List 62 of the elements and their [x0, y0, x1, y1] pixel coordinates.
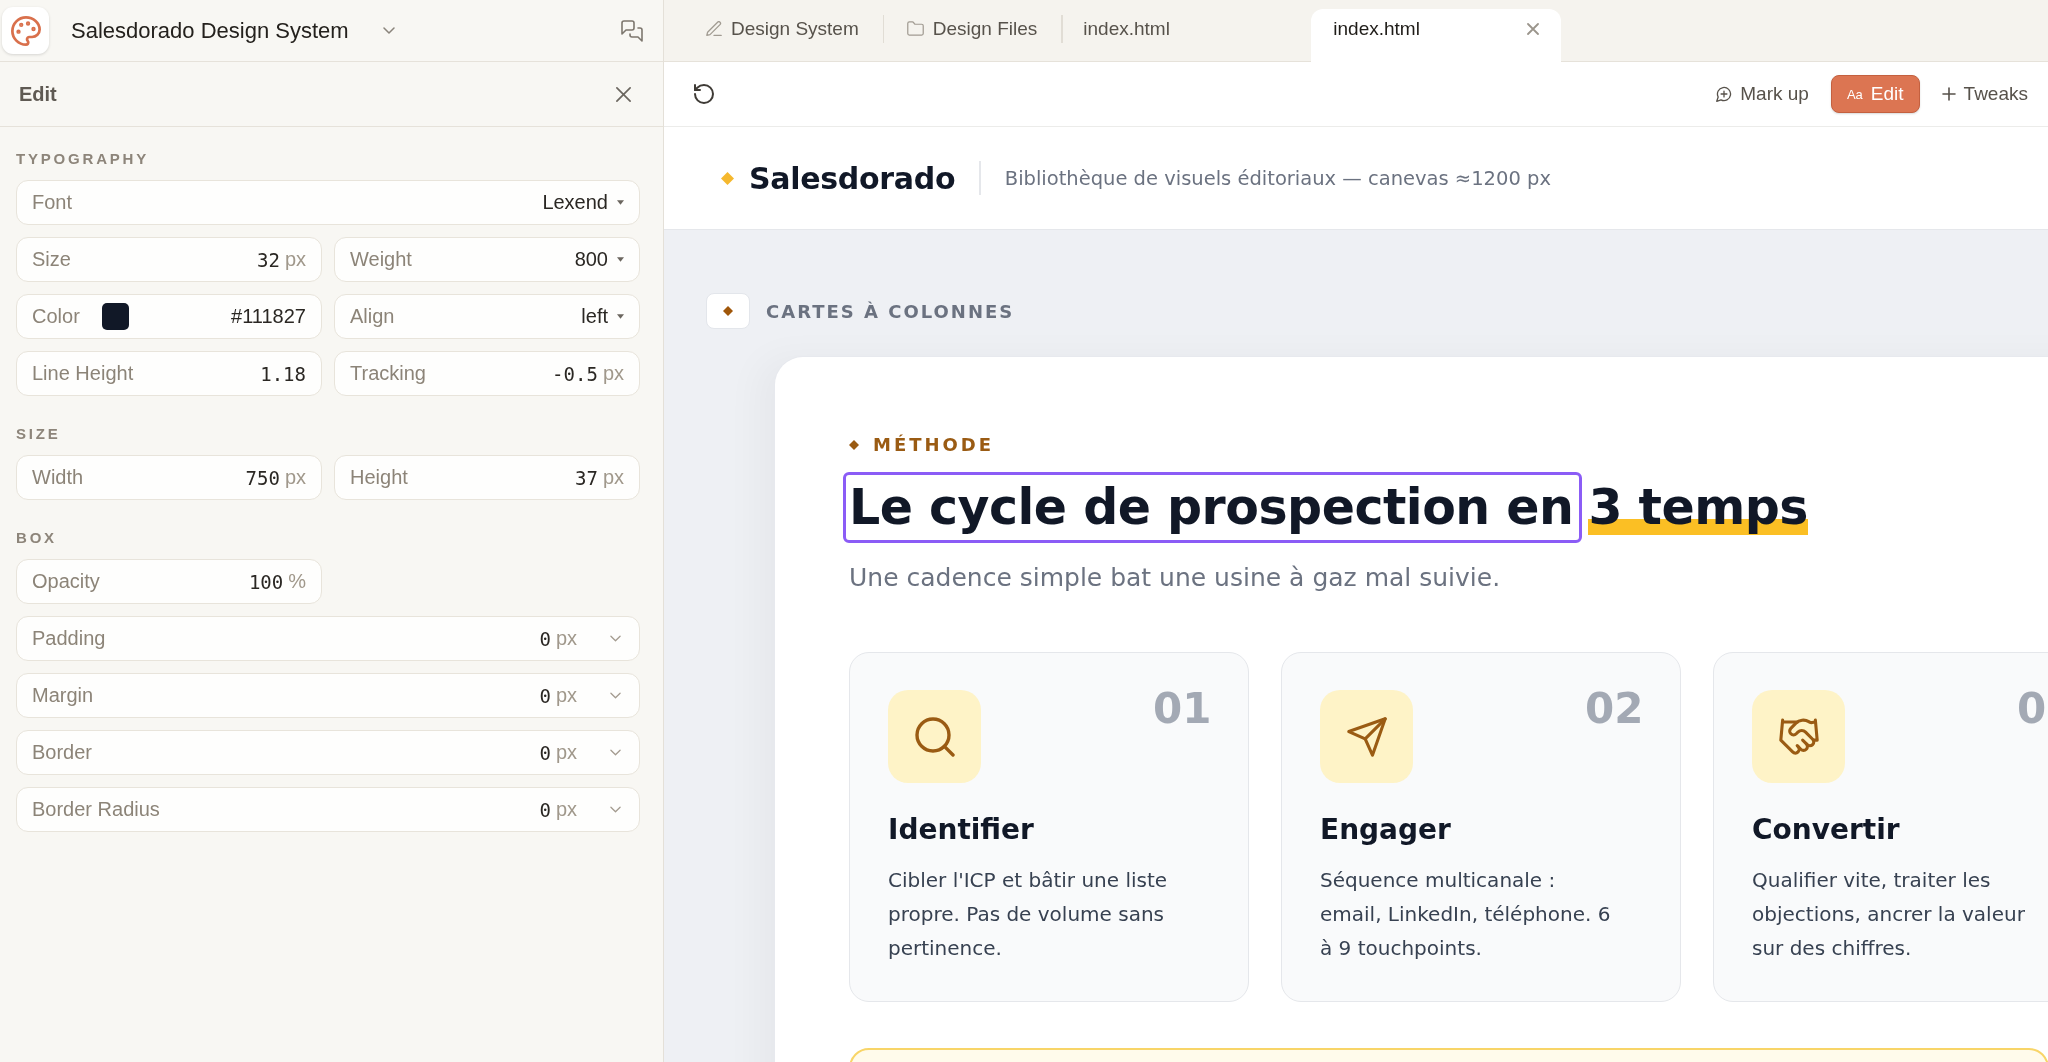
step-title: Engager: [1320, 812, 1452, 848]
color-field[interactable]: Color #111827: [16, 294, 322, 339]
spacing-field[interactable]: Border Radius 0 px: [16, 787, 640, 832]
number-field[interactable]: Height 37 px: [334, 455, 640, 500]
dropdown-field[interactable]: Weight 800: [334, 237, 640, 282]
step-title: Convertir: [1752, 812, 1901, 848]
project-title[interactable]: Salesdorado Design System: [71, 17, 349, 44]
close-icon[interactable]: [615, 85, 632, 103]
brand-name: Salesdorado: [749, 160, 956, 196]
chat-bubbles-icon[interactable]: [621, 19, 643, 42]
tab[interactable]: index.html: [1061, 9, 1312, 61]
spacing-field[interactable]: Padding 0 px: [16, 616, 640, 661]
step-title: Identifier: [888, 812, 1035, 848]
chevron-down-icon: [610, 749, 621, 756]
step-number: 01: [1153, 688, 1212, 730]
caret-icon: [617, 257, 624, 262]
chevron-down-icon: [610, 635, 621, 642]
pen-icon: [706, 21, 722, 37]
diamond-icon: [721, 171, 734, 185]
diamond-icon: [849, 440, 859, 450]
eyebrow-label: MÉTHODE: [873, 433, 995, 457]
heading-text: Le cycle de prospection en: [843, 472, 1583, 543]
color-swatch-icon[interactable]: [101, 303, 129, 330]
number-field[interactable]: Opacity 100 %: [16, 559, 322, 604]
step-description: Cibler l'ICP et bâtir une liste propre. Pas de volume sans pertinence.: [888, 867, 1169, 962]
section-heading: TYPOGRAPHY: [16, 149, 150, 169]
mark-up-button[interactable]: Mark up: [1704, 75, 1821, 113]
panel-title: Edit: [19, 82, 57, 106]
spacing-field[interactable]: Margin 0 px: [16, 673, 640, 718]
reload-icon[interactable]: [694, 84, 714, 104]
folder-icon: [906, 21, 924, 36]
search-icon: [888, 690, 981, 783]
plus-icon: [1941, 87, 1956, 101]
chevron-down-icon: [610, 692, 621, 699]
handshake-icon: [1752, 690, 1845, 783]
number-field[interactable]: Width 750 px: [16, 455, 322, 500]
number-field[interactable]: Tracking -0.5 px: [334, 351, 640, 396]
tab[interactable]: index.html: [1311, 9, 1562, 63]
caret-icon: [617, 314, 624, 319]
number-field[interactable]: Size 32 px: [16, 237, 322, 282]
dropdown-field[interactable]: Font Lexend: [16, 180, 640, 225]
comment-plus-icon: [1716, 86, 1733, 102]
paper-plane-icon: [1320, 690, 1413, 783]
tab[interactable]: Design System: [682, 9, 883, 61]
step-number: 02: [1585, 688, 1644, 730]
page-tagline: Bibliothèque de visuels éditoriaux — canevas ≈1200 px: [1004, 166, 1551, 190]
step-number: 0: [2017, 688, 2047, 730]
dropdown-field[interactable]: Align left: [334, 294, 640, 339]
step-description: Séquence multicanale : email, LinkedIn, téléphone. 6 à 9 touchpoints.: [1320, 867, 1612, 962]
tab[interactable]: Design Files: [882, 9, 1062, 61]
section-label: CARTES À COLONNES: [766, 300, 1015, 322]
section-heading: BOX: [16, 528, 58, 548]
close-icon[interactable]: [1527, 23, 1540, 35]
step-description: Qualifier vite, traiter les objections, ancrer la valeur sur des chiffres.: [1752, 867, 2026, 962]
spacing-field[interactable]: Border 0 px: [16, 730, 640, 775]
section-heading: SIZE: [16, 424, 62, 444]
subtitle: Une cadence simple bat une usine à gaz mal suivie.: [849, 562, 1502, 594]
chevron-down-icon: [610, 806, 621, 813]
chevron-down-icon[interactable]: [382, 27, 395, 34]
number-field[interactable]: Line Height 1.18: [16, 351, 322, 396]
tweaks-button[interactable]: Tweaks: [1929, 75, 2040, 113]
caret-icon: [617, 200, 624, 205]
